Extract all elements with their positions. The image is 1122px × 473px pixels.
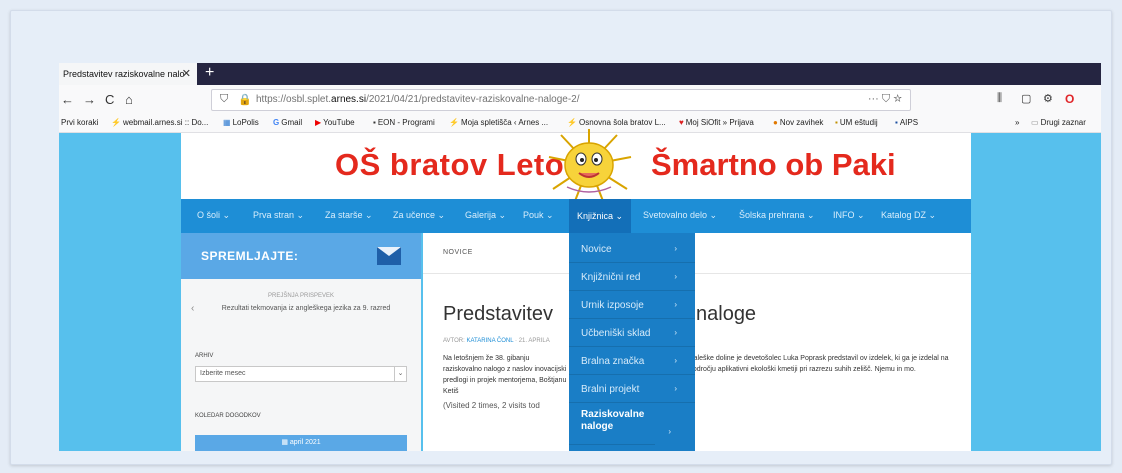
url-bar[interactable]: ⛉ 🔒 https://osbl.splet.arnes.si/2021/04/… (211, 89, 911, 111)
bookmark-item[interactable]: ▪ EON - Programi (373, 118, 435, 127)
menu-item-svetovalno-delo[interactable]: Svetovalno delo ⌄ (643, 210, 717, 221)
main-content: NOVICE Predstavitev naloge AVTOR: KATARI… (423, 233, 971, 451)
menu-item-info[interactable]: INFO ⌄ (833, 210, 865, 221)
back-icon[interactable]: ← (61, 92, 74, 107)
page-actions-icon[interactable]: ··· ⛉ ☆ (868, 93, 902, 106)
bookmark-item[interactable]: ▶ YouTube (315, 118, 355, 127)
other-bookmarks[interactable]: ▭ Drugi zaznar (1031, 118, 1086, 127)
dropdown-item-raziskovalne-naloge[interactable]: Raziskovalne naloge › (569, 405, 671, 445)
dropdown-item-novice[interactable]: Novice › (569, 237, 695, 263)
menu-item-za-ucence[interactable]: Za učence ⌄ (393, 210, 445, 221)
envelope-icon[interactable] (377, 247, 401, 265)
chevron-right-icon: › (674, 272, 677, 281)
web-page: OŠ bratov Letonja Šmartno ob Paki O šoli… (59, 129, 1101, 451)
menu-item-knjiznica[interactable]: Knjižnica ⌄ (569, 199, 632, 233)
follow-heading: SPREMLJAJTE: (201, 249, 299, 263)
visit-counter: (Visited 2 times, 2 visits tod (443, 401, 540, 410)
post-meta: AVTOR: KATARINA ČONL · 21. APRILA (443, 338, 550, 344)
follow-header: SPREMLJAJTE: (181, 233, 421, 279)
site-header: OŠ bratov Letonja Šmartno ob Paki (181, 129, 971, 202)
archive-select[interactable]: Izberite mesec ⌄ (195, 366, 407, 382)
chevron-left-icon[interactable]: ‹ (191, 303, 194, 314)
chevron-down-icon[interactable]: ⌄ (394, 367, 406, 381)
chevron-right-icon: › (668, 427, 671, 436)
opera-icon[interactable]: O (1065, 92, 1074, 106)
dropdown-item-urnik-izposoje[interactable]: Urnik izposoje › (569, 293, 695, 319)
previous-post-link[interactable]: Rezultati tekmovanja iz angleškega jezik… (211, 303, 401, 314)
bookmark-item[interactable]: ⚡ Moja spletišča ‹ Arnes ... (449, 118, 548, 127)
new-tab-button[interactable]: + (205, 63, 214, 85)
chevron-right-icon: › (674, 244, 677, 253)
archive-select-value: Izberite mesec (200, 370, 246, 377)
main-menu: O šoli ⌄ Prva stran ⌄ Za starše ⌄ Za uče… (181, 199, 971, 233)
library-icon[interactable]: ⫼ (997, 92, 1002, 105)
shield-icon: ⛉ (220, 93, 229, 105)
sidebar-icon[interactable]: ▢ (1021, 92, 1031, 105)
bookmark-item[interactable]: ⚡ Osnovna šola bratov L... (567, 118, 666, 127)
bookmarks-overflow-icon[interactable]: » (1015, 118, 1019, 127)
author-link[interactable]: KATARINA ČONL (466, 338, 513, 344)
reload-icon[interactable]: C (105, 92, 114, 107)
menu-item-prva-stran[interactable]: Prva stran ⌄ (253, 210, 304, 221)
site-title-right[interactable]: Šmartno ob Paki (651, 147, 896, 183)
archive-label: ARHIV (195, 353, 214, 359)
post-body-left: Na letošnjem že 38. gibanju raziskovalno… (443, 355, 567, 395)
tab-active[interactable]: Predstavitev raziskovalne nalo ✕ (59, 63, 197, 85)
library-dropdown-menu: Novice › Knjižnični red › Urnik izposoje › … (569, 233, 695, 451)
sun-mascot-icon (548, 129, 632, 202)
previous-post-label: PREJŠNJA PRISPEVEK (267, 293, 335, 299)
screenshot-frame: Predstavitev raziskovalne nalo ✕ + ← → C… (10, 10, 1112, 465)
bookmark-item[interactable]: ♥ Moj SiOfit » Prijava (679, 118, 754, 127)
nav-bar: ← → C ⌂ ⛉ 🔒 https://osbl.splet.arnes.si/… (59, 85, 1101, 115)
browser-window: Predstavitev raziskovalne nalo ✕ + ← → C… (59, 63, 1101, 451)
bookmark-item[interactable]: ▪ UM eštudij (835, 118, 878, 127)
bookmark-item[interactable]: ● Nov zavihek (773, 118, 823, 127)
divider (423, 273, 971, 274)
sidebar: SPREMLJAJTE: PREJŠNJA PRISPEVEK ‹ Rezult… (181, 233, 421, 451)
home-icon[interactable]: ⌂ (125, 92, 133, 107)
bookmark-item[interactable]: ▦ LoPolis (223, 118, 259, 127)
breadcrumb[interactable]: NOVICE (443, 249, 473, 256)
forward-icon[interactable]: → (83, 92, 96, 107)
menu-item-galerija[interactable]: Galerija ⌄ (465, 210, 506, 221)
dropdown-item-bralni-projekt[interactable]: Bralni projekt › (569, 377, 695, 403)
bookmark-item[interactable]: Prvi koraki (61, 118, 98, 127)
post-title: Predstavitev (443, 303, 554, 325)
tab-bar: Predstavitev raziskovalne nalo ✕ + (59, 63, 1101, 85)
calendar-label: KOLEDAR DOGODKOV (195, 413, 261, 419)
lock-icon: 🔒 (238, 94, 252, 106)
chevron-right-icon: › (674, 328, 677, 337)
tab-title: Predstavitev raziskovalne nalo (63, 69, 185, 79)
chevron-right-icon: › (674, 384, 677, 393)
menu-item-o-soli[interactable]: O šoli ⌄ (197, 210, 230, 221)
bookmark-item[interactable]: ▪ AIPS (895, 118, 918, 127)
dropdown-item-ucbeniski-sklad[interactable]: Učbeniški sklad › (569, 321, 695, 347)
post-title-end: naloge (696, 303, 757, 325)
extension-icon[interactable]: ⚙ (1043, 92, 1053, 105)
url-text: https://osbl.splet.arnes.si/2021/04/21/p… (256, 94, 580, 105)
chevron-right-icon: › (674, 300, 677, 309)
dropdown-item-bralna-znacka[interactable]: Bralna značka › (569, 349, 695, 375)
chevron-right-icon: › (674, 356, 677, 365)
dropdown-item-knjiznicni-red[interactable]: Knjižnični red › (569, 265, 695, 291)
menu-item-pouk[interactable]: Pouk ⌄ (523, 210, 554, 221)
calendar-month: ▦ april 2021 (281, 439, 321, 446)
menu-item-za-starse[interactable]: Za starše ⌄ (325, 210, 373, 221)
tab-close-icon[interactable]: ✕ (182, 63, 191, 85)
bookmark-item[interactable]: G Gmail (273, 118, 302, 127)
calendar-header: ▦ april 2021 (195, 435, 407, 451)
calendar-icon: ▦ (281, 439, 290, 446)
bookmark-item[interactable]: ⚡ webmail.arnes.si :: Do... (111, 118, 208, 127)
menu-item-solska-prehrana[interactable]: Šolska prehrana ⌄ (739, 210, 815, 221)
post-body-right: Šaleške doline je devetošolec Luka Popra… (689, 355, 949, 373)
menu-item-katalog-dz[interactable]: Katalog DZ ⌄ (881, 210, 936, 221)
